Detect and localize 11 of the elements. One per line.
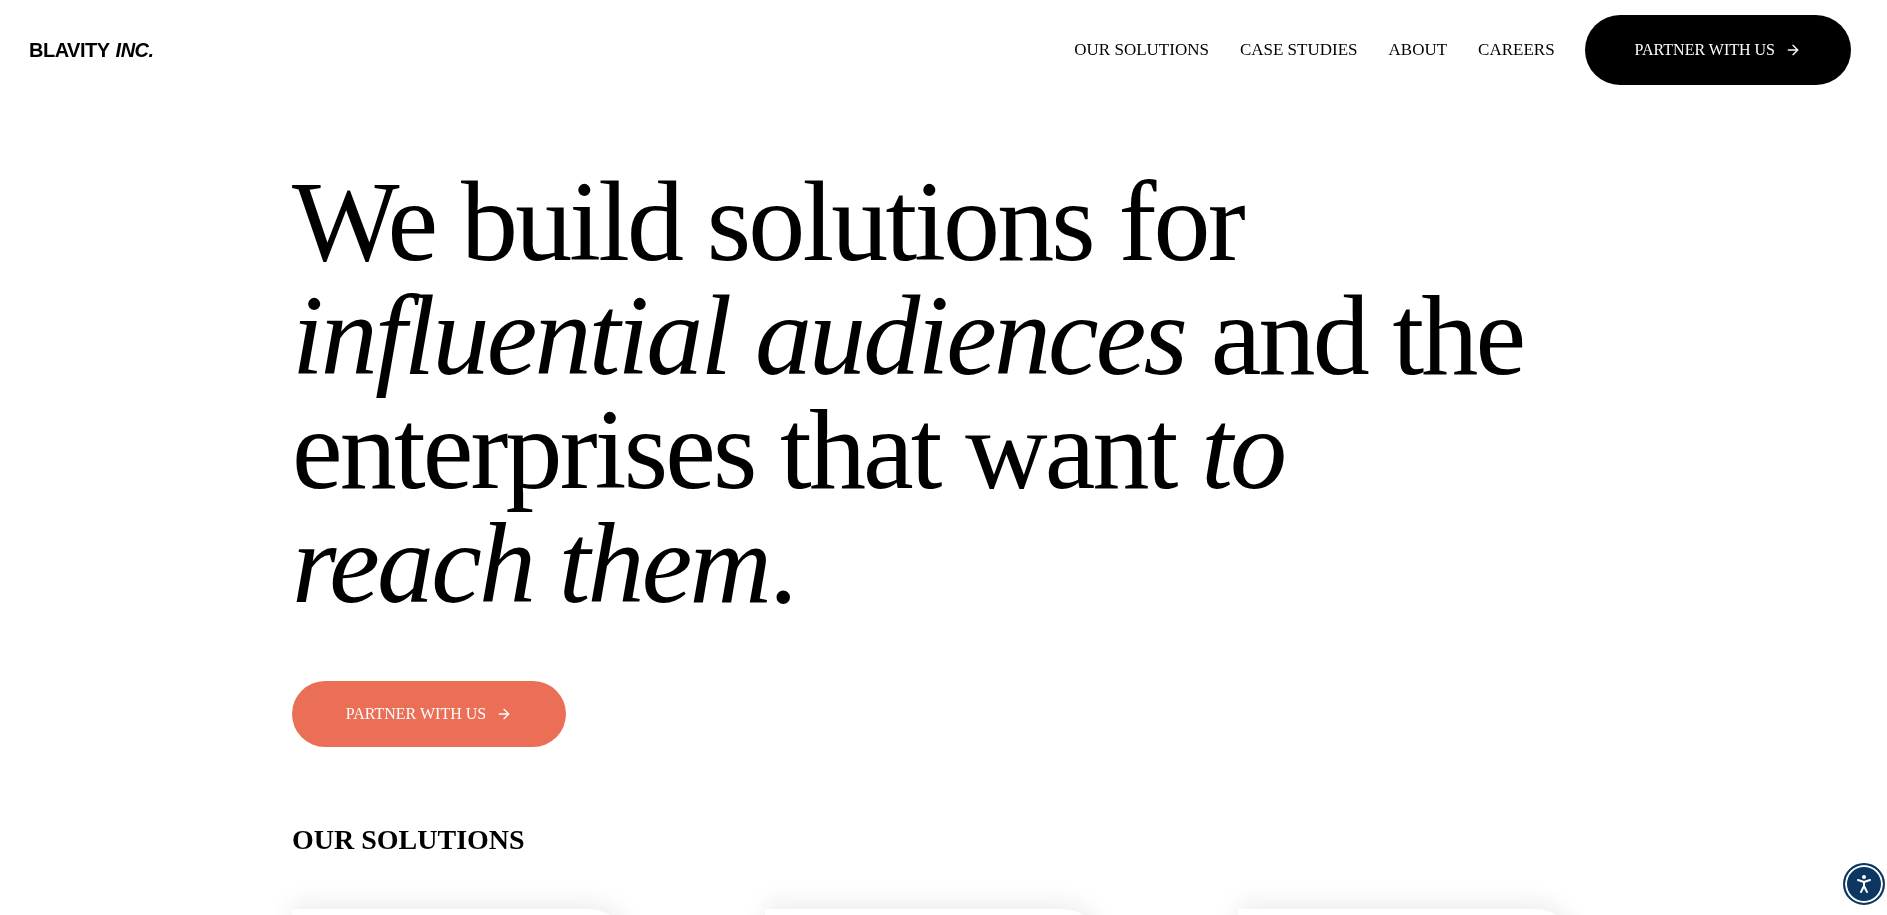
- nav-link[interactable]: OUR SOLUTIONS: [1074, 37, 1209, 63]
- accessibility-button[interactable]: [1843, 863, 1885, 905]
- nav-link[interactable]: CAREERS: [1478, 37, 1555, 63]
- arrow-right-icon: [1785, 42, 1801, 58]
- nav-link[interactable]: CASE STUDIES: [1239, 37, 1358, 63]
- partner-button[interactable]: PARTNER WITH US: [1584, 15, 1851, 85]
- nav-link[interactable]: ABOUT: [1388, 37, 1448, 63]
- logo[interactable]: BLAVITY: [29, 35, 110, 65]
- section-heading: OUR SOLUTIONS: [292, 823, 526, 857]
- hero-headline: We build solutions for influential audiences and the enterprises that want to reach them.: [292, 165, 1525, 621]
- logo-suffix[interactable]: INC.: [115, 35, 154, 65]
